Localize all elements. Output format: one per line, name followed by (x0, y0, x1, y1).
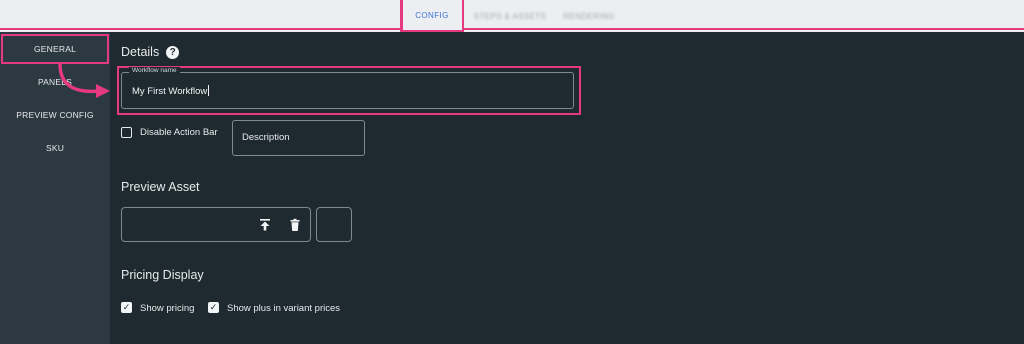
description-button-label: Description (242, 132, 290, 143)
description-button[interactable]: Description (232, 120, 365, 156)
preview-asset-heading: Preview Asset (121, 180, 200, 194)
trash-icon[interactable] (288, 218, 302, 232)
show-plus-variant-checkbox[interactable]: ✓ (208, 302, 219, 313)
show-pricing-checkbox[interactable]: ✓ (121, 302, 132, 313)
disable-action-bar-checkbox[interactable] (121, 127, 132, 138)
disable-action-bar-label: Disable Action Bar (140, 127, 218, 138)
annotation-arrow-icon (58, 62, 110, 98)
show-plus-variant-label: Show plus in variant prices (227, 303, 340, 314)
show-pricing-label: Show pricing (140, 303, 195, 314)
upload-icon[interactable] (258, 218, 272, 232)
preview-asset-thumbnail[interactable] (316, 207, 352, 242)
pricing-display-heading: Pricing Display (121, 268, 204, 282)
preview-asset-field[interactable] (121, 207, 311, 242)
